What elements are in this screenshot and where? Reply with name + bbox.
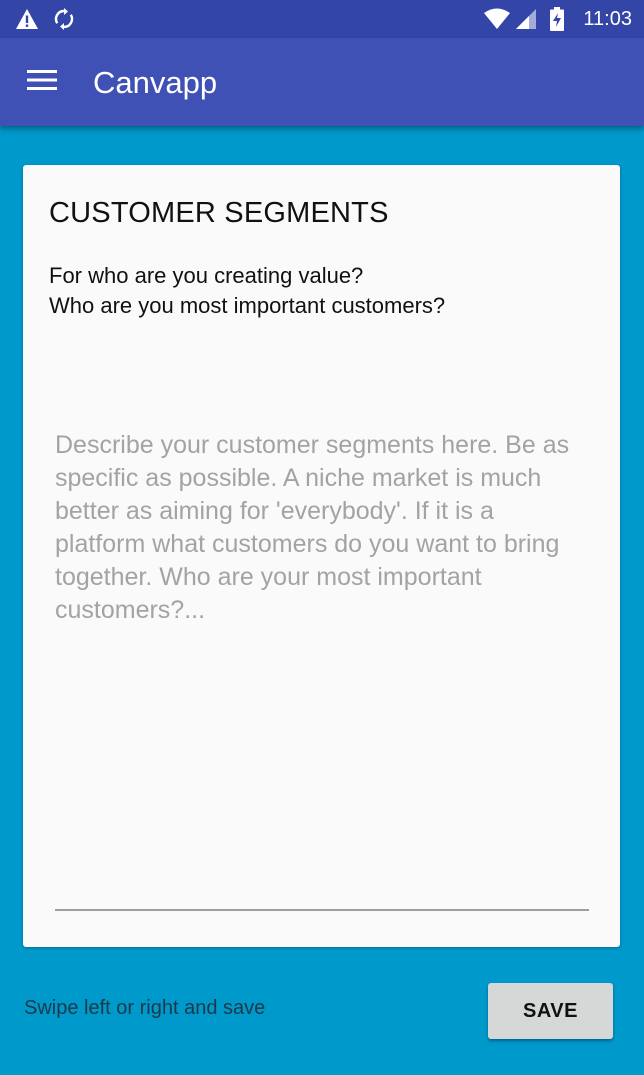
warning-icon [14,6,40,32]
menu-button[interactable] [14,56,70,108]
input-underline [55,909,589,911]
question-line: Who are you most important customers? [49,293,446,318]
swipe-hint: Swipe left or right and save [24,997,266,1019]
status-time: 11:03 [583,8,632,30]
status-bar: 11:03 [0,0,644,38]
hamburger-menu-icon [27,69,57,96]
app-bar: Canvapp [0,38,644,126]
sync-icon [52,6,76,32]
customer-segments-input[interactable] [55,429,589,903]
question-line: For who are you creating value? [49,263,364,288]
wifi-icon [482,6,512,32]
save-button[interactable]: SAVE [488,983,613,1039]
app-title: Canvapp [93,65,218,100]
card-question: For who are you creating value? Who are … [49,261,445,321]
customer-segments-card: CUSTOMER SEGMENTS For who are you creati… [23,165,620,947]
card-title: CUSTOMER SEGMENTS [49,197,389,229]
cell-signal-icon [514,6,538,32]
battery-charging-icon [548,6,566,32]
